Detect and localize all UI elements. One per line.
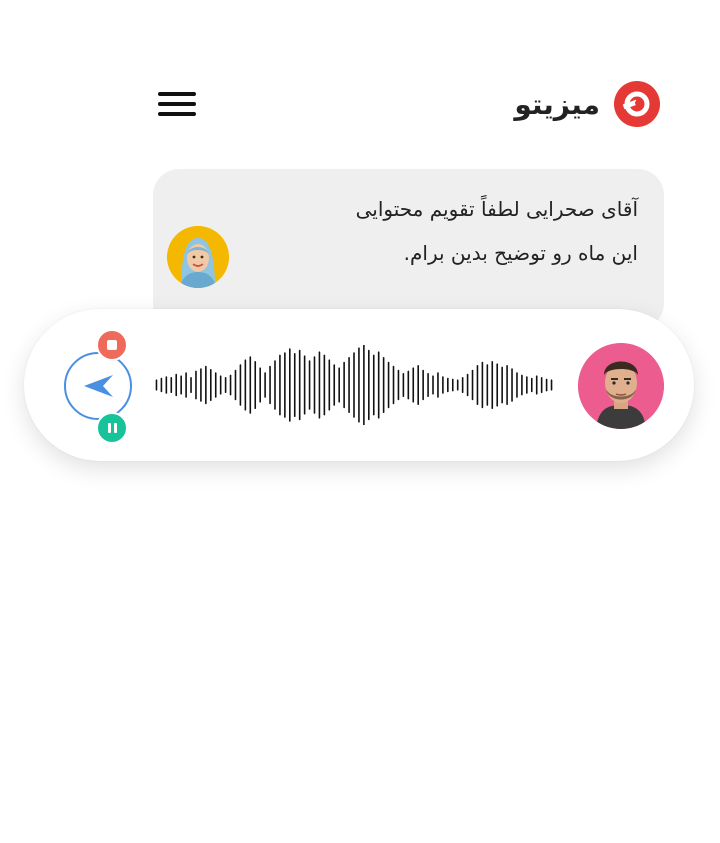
stop-icon[interactable] [96, 329, 128, 361]
send-arrow-icon[interactable] [64, 352, 132, 420]
man-avatar [578, 343, 664, 429]
message-text: آقای صحرایی لطفاً تقویم محتوایی این ماه … [258, 187, 638, 275]
message-bubble: آقای صحرایی لطفاً تقویم محتوایی این ماه … [153, 169, 664, 329]
woman-hijab-avatar [167, 226, 229, 288]
menu-line [158, 112, 196, 116]
brand-name: میزیتو [514, 87, 600, 121]
hamburger-menu-icon[interactable] [158, 90, 198, 120]
menu-line [158, 102, 196, 106]
message-line: این ماه رو توضیح بدین برام. [403, 241, 638, 265]
audio-waveform [154, 345, 554, 425]
app-screen: میزیتو آقای صحرایی لطفاً تقویم محتوایی ا… [0, 0, 720, 843]
pause-bar [107, 423, 111, 433]
message-line: آقای صحرایی لطفاً تقویم محتوایی [355, 197, 638, 221]
menu-line [158, 92, 196, 96]
pause-icon[interactable] [96, 412, 128, 444]
stop-square [107, 340, 117, 350]
brand[interactable]: میزیتو [514, 80, 660, 128]
mizito-logo-icon [614, 81, 660, 127]
pause-bar [113, 423, 117, 433]
voice-recorder [24, 309, 694, 461]
